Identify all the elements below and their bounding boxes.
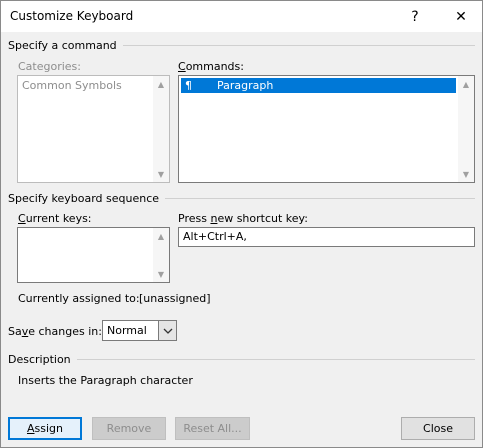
chevron-down-icon [163, 328, 172, 334]
currently-assigned-label: Currently assigned to: [18, 292, 140, 305]
currently-assigned-value: [unassigned] [139, 292, 211, 305]
scroll-up-icon[interactable]: ▲ [458, 76, 474, 92]
description-text: Inserts the Paragraph character [18, 374, 193, 387]
help-button[interactable]: ? [395, 1, 435, 32]
list-item[interactable]: ¶ Paragraph [181, 78, 456, 93]
description-heading: Description [8, 353, 71, 366]
scroll-down-icon[interactable]: ▼ [153, 166, 169, 182]
save-changes-label: Save changes in: [8, 325, 102, 338]
current-keys-text: urrent keys: [25, 212, 92, 225]
categories-listbox[interactable]: Common Symbols ▲ ▼ [17, 75, 170, 183]
current-keys-label: Current keys: [18, 212, 92, 225]
assign-button[interactable]: Assign [8, 417, 82, 440]
new-shortcut-value: Alt+Ctrl+A, [183, 230, 247, 243]
divider [122, 45, 475, 46]
divider [76, 359, 475, 360]
window-title: Customize Keyboard [10, 9, 134, 23]
help-icon: ? [411, 8, 419, 25]
commands-listbox[interactable]: ¶ Paragraph ▲ ▼ [178, 75, 475, 183]
reset-all-label: Reset All... [183, 422, 242, 435]
commands-label: Commands: [178, 60, 244, 73]
categories-scrollbar[interactable]: ▲ ▼ [153, 76, 169, 182]
close-window-button[interactable]: ✕ [441, 1, 481, 32]
current-keys-accel: C [18, 212, 26, 225]
close-icon: ✕ [455, 8, 467, 25]
press-new-rest: ew shortcut key: [217, 212, 308, 225]
customize-keyboard-dialog: Customize Keyboard ? ✕ Specify a command… [0, 0, 483, 448]
press-new-shortcut-label: Press new shortcut key: [178, 212, 308, 225]
close-button[interactable]: Close [401, 417, 475, 440]
save-pre: Sa [8, 325, 22, 338]
current-keys-listbox[interactable]: ▲ ▼ [17, 227, 170, 283]
save-changes-value: Normal [107, 324, 147, 337]
title-bar[interactable]: Customize Keyboard ? ✕ [1, 1, 482, 32]
description-group: Description [8, 353, 475, 366]
save-changes-select[interactable]: Normal [102, 320, 177, 341]
new-shortcut-input[interactable]: Alt+Ctrl+A, [178, 227, 475, 247]
scroll-down-icon[interactable]: ▼ [153, 266, 169, 282]
command-paragraph: Paragraph [217, 79, 274, 92]
keyboard-sequence-heading: Specify keyboard sequence [8, 192, 160, 205]
current-keys-scrollbar[interactable]: ▲ ▼ [153, 228, 169, 282]
list-item[interactable]: Common Symbols [20, 78, 151, 93]
divider [165, 198, 475, 199]
keyboard-sequence-group: Specify keyboard sequence [8, 192, 475, 205]
assign-accel: A [26, 422, 35, 435]
specify-command-heading: Specify a command [8, 39, 117, 52]
scroll-up-icon[interactable]: ▲ [153, 228, 169, 244]
pilcrow-icon: ¶ [185, 79, 192, 92]
commands-label-accel: C [178, 60, 186, 73]
reset-all-button[interactable]: Reset All... [175, 417, 250, 440]
assign-rest: ssign [34, 422, 63, 435]
close-label: Close [423, 422, 453, 435]
specify-command-group: Specify a command [8, 39, 475, 52]
remove-label: Remove [106, 422, 152, 435]
categories-label: Categories: [18, 60, 81, 73]
category-common-symbols: Common Symbols [22, 79, 122, 92]
remove-button[interactable]: Remove [92, 417, 166, 440]
dropdown-button[interactable] [158, 321, 176, 340]
scroll-up-icon[interactable]: ▲ [153, 76, 169, 92]
assign-label: Assign [27, 422, 63, 435]
scroll-down-icon[interactable]: ▼ [458, 166, 474, 182]
commands-scrollbar[interactable]: ▲ ▼ [458, 76, 474, 182]
commands-label-text: ommands: [185, 60, 244, 73]
press-new-pre: Press [178, 212, 211, 225]
save-rest: e changes in: [28, 325, 102, 338]
